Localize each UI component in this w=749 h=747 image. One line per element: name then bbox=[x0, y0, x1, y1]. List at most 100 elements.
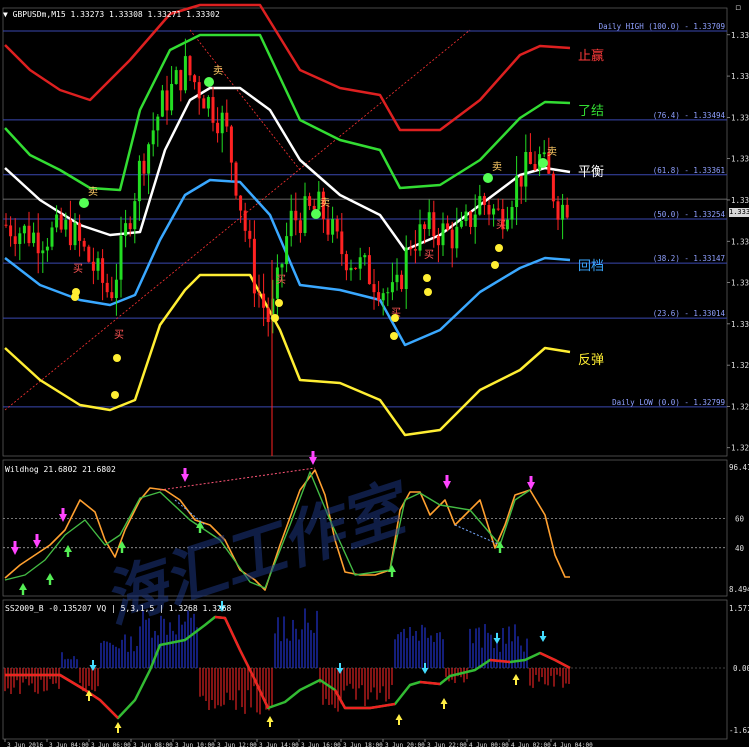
candle-body bbox=[220, 112, 224, 134]
wildhog-scale-bottom: 8.4942 bbox=[729, 585, 749, 594]
yellow-up-arrow-icon bbox=[114, 722, 122, 728]
candle-body bbox=[363, 255, 367, 258]
yellow-up-arrow-icon bbox=[88, 696, 90, 701]
candle-body bbox=[326, 219, 330, 235]
coin-marker bbox=[423, 274, 431, 282]
trading-terminal: Daily HIGH (100.0) - 1.33709 (76.4) - 1.3… bbox=[0, 0, 749, 747]
candle-body bbox=[528, 152, 532, 164]
sell-arrow-icon bbox=[443, 481, 451, 489]
candle-body bbox=[510, 207, 514, 220]
time-axis-label: 3 Jun 20:00 bbox=[385, 742, 425, 747]
sell-arrow-icon bbox=[33, 540, 41, 548]
ss2009-signal-red-4 bbox=[419, 680, 441, 686]
fib-level-label: (76.4) - 1.33494 bbox=[653, 111, 726, 120]
candle-body bbox=[188, 56, 192, 76]
symbol-label: GBPUSDm,M15 bbox=[12, 10, 66, 19]
wildhog-divergence-line bbox=[454, 524, 501, 546]
fib-level-label: (61.8) - 1.33361 bbox=[653, 166, 725, 175]
candle-body bbox=[358, 257, 362, 269]
ss2009-signal-red-5 bbox=[489, 658, 511, 664]
candle-body bbox=[193, 75, 197, 83]
candle-body bbox=[174, 70, 178, 84]
ss2009-scale-bottom: -1.6209 bbox=[729, 726, 749, 735]
candle-body bbox=[312, 205, 316, 210]
sell-signal-marker bbox=[204, 77, 214, 87]
candle-body bbox=[473, 214, 477, 227]
candle-body bbox=[179, 70, 183, 91]
buy-arrow-icon bbox=[120, 548, 124, 553]
candle-body bbox=[551, 173, 555, 202]
sell-signal-label: 卖 bbox=[547, 146, 557, 158]
yellow-up-arrow-icon bbox=[443, 704, 445, 709]
coin-marker bbox=[495, 244, 503, 252]
yellow-up-arrow-icon bbox=[515, 680, 517, 685]
candle-body bbox=[289, 210, 293, 237]
ss2009-signal-red-1 bbox=[5, 673, 119, 719]
candle-body bbox=[27, 225, 31, 244]
candle-body bbox=[36, 232, 40, 254]
price-axis-label: 1.3360 bbox=[731, 72, 749, 81]
candle-body bbox=[432, 212, 436, 237]
sell-signal-marker bbox=[538, 158, 548, 168]
candle-body bbox=[41, 250, 45, 254]
wildhog-divergence-line bbox=[159, 467, 316, 491]
candle-body bbox=[248, 230, 252, 239]
yellow-up-arrow-icon bbox=[395, 714, 403, 720]
candle-body bbox=[418, 224, 422, 251]
candle-body bbox=[170, 83, 174, 111]
sell-signal-marker bbox=[79, 198, 89, 208]
candle-body bbox=[262, 293, 266, 308]
candle-body bbox=[216, 122, 220, 134]
candle-body bbox=[114, 279, 118, 299]
candle-body bbox=[561, 204, 565, 220]
candle-body bbox=[239, 195, 243, 211]
candle-body bbox=[409, 247, 413, 250]
buy-arrow-icon bbox=[48, 580, 52, 585]
wildhog-scale-top: 96.4141 bbox=[729, 463, 749, 472]
time-axis-label: 4 Jun 04:00 bbox=[553, 742, 593, 747]
menu-dropdown-icon[interactable]: ▼ bbox=[3, 10, 8, 19]
candle-body bbox=[165, 90, 169, 111]
chart-canvas[interactable]: Daily HIGH (100.0) - 1.33709 (76.4) - 1.3… bbox=[0, 0, 749, 747]
buy-arrow-icon bbox=[46, 573, 54, 580]
candle-body bbox=[229, 126, 233, 163]
candle-body bbox=[524, 152, 528, 187]
candle-body bbox=[133, 201, 137, 230]
time-axis-label: 3 Jun 2016 bbox=[7, 742, 44, 747]
sell-arrow-icon bbox=[445, 475, 449, 481]
band-label: 反弹 bbox=[578, 353, 604, 368]
candle-body bbox=[556, 201, 560, 220]
buy-arrow-icon bbox=[390, 572, 394, 577]
candle-body bbox=[9, 225, 13, 237]
candle-body bbox=[344, 254, 348, 271]
price-axis-label: 1.3370 bbox=[731, 31, 749, 40]
candle-body bbox=[450, 229, 454, 249]
candle-body bbox=[381, 293, 385, 301]
candle-body bbox=[377, 292, 381, 301]
coin-marker bbox=[491, 261, 499, 269]
ss2009-signal-red-6 bbox=[539, 651, 571, 670]
time-axis-label: 3 Jun 14:00 bbox=[259, 742, 299, 747]
candle-body bbox=[436, 236, 440, 246]
sell-arrow-icon bbox=[59, 514, 67, 522]
candle-body bbox=[303, 196, 307, 233]
time-axis-label: 4 Jun 02:00 bbox=[511, 742, 551, 747]
sell-signal-label: 卖 bbox=[213, 65, 223, 77]
chart-header: ▼ GBPUSDm,M15 1.33273 1.33308 1.33271 1.… bbox=[3, 10, 220, 19]
sell-arrow-icon bbox=[13, 541, 17, 547]
close-icon[interactable]: ▫ bbox=[735, 3, 741, 13]
main-panel bbox=[2, 7, 728, 457]
candle-body bbox=[160, 90, 164, 117]
candle-body bbox=[478, 196, 482, 215]
candle-body bbox=[427, 212, 431, 230]
candle-body bbox=[349, 267, 353, 271]
candle-body bbox=[340, 231, 344, 255]
candle-body bbox=[441, 223, 445, 246]
candle-body bbox=[496, 208, 500, 210]
sell-signal-label: 卖 bbox=[492, 161, 502, 173]
candle-body bbox=[4, 224, 8, 226]
price-axis-label: 1.3310 bbox=[731, 279, 749, 288]
candle-body bbox=[542, 152, 546, 155]
sell-arrow-icon bbox=[35, 534, 39, 540]
candle-body bbox=[82, 240, 86, 247]
